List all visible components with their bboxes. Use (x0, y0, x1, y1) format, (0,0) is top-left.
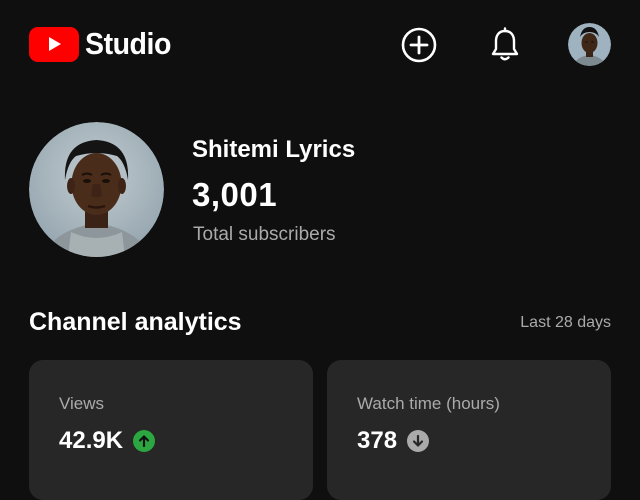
watch-time-card[interactable]: Watch time (hours) 378 (327, 360, 611, 500)
create-button[interactable] (398, 24, 440, 66)
youtube-play-icon (29, 26, 79, 62)
plus-circle-icon (401, 27, 437, 63)
views-card[interactable]: Views 42.9K (29, 360, 313, 500)
arrow-up-icon (133, 430, 156, 452)
account-avatar[interactable] (568, 23, 611, 66)
watch-time-value: 378 (357, 427, 398, 454)
youtube-studio-logo[interactable]: Studio (29, 26, 178, 62)
notifications-button[interactable] (484, 24, 526, 66)
channel-avatar[interactable] (29, 122, 164, 257)
analytics-period: Last 28 days (520, 314, 611, 331)
logo-text: Studio (85, 26, 171, 61)
avatar (29, 122, 164, 257)
analytics-title: Channel analytics (29, 308, 242, 336)
avatar (568, 23, 611, 66)
arrow-down-icon (407, 430, 430, 452)
watch-time-label: Watch time (hours) (357, 394, 500, 413)
subscriber-label: Total subscribers (193, 224, 336, 245)
bell-icon (491, 27, 519, 61)
channel-name: Shitemi Lyrics (192, 136, 356, 163)
top-app-bar: Studio (0, 0, 640, 90)
views-label: Views (59, 394, 105, 413)
views-value: 42.9K (59, 427, 124, 454)
subscriber-count: 3,001 (192, 176, 278, 213)
